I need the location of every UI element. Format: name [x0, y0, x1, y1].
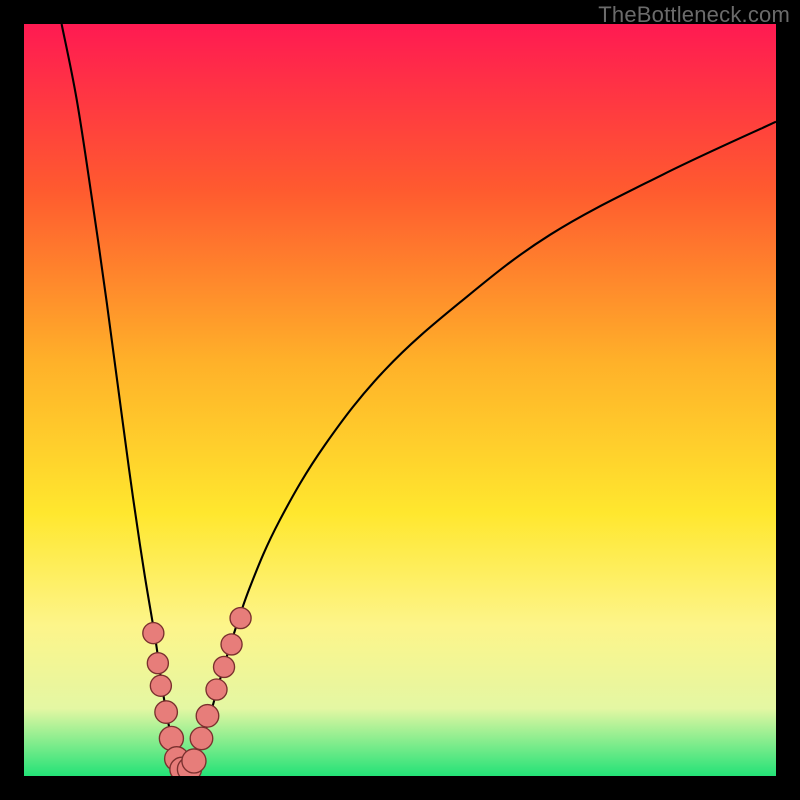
curve-right-branch: [189, 122, 776, 770]
data-marker: [182, 749, 206, 773]
marker-cluster-right: [177, 608, 251, 776]
data-marker: [221, 634, 242, 655]
data-marker: [190, 727, 213, 750]
data-marker: [150, 675, 171, 696]
data-marker: [230, 608, 251, 629]
data-marker: [214, 656, 235, 677]
watermark-text: TheBottleneck.com: [598, 2, 790, 28]
data-marker: [147, 653, 168, 674]
chart-frame: TheBottleneck.com: [0, 0, 800, 800]
data-marker: [196, 705, 219, 728]
plot-area: [24, 24, 776, 776]
data-marker: [206, 679, 227, 700]
data-marker: [143, 623, 164, 644]
curve-layer: [24, 24, 776, 776]
data-marker: [155, 701, 178, 724]
